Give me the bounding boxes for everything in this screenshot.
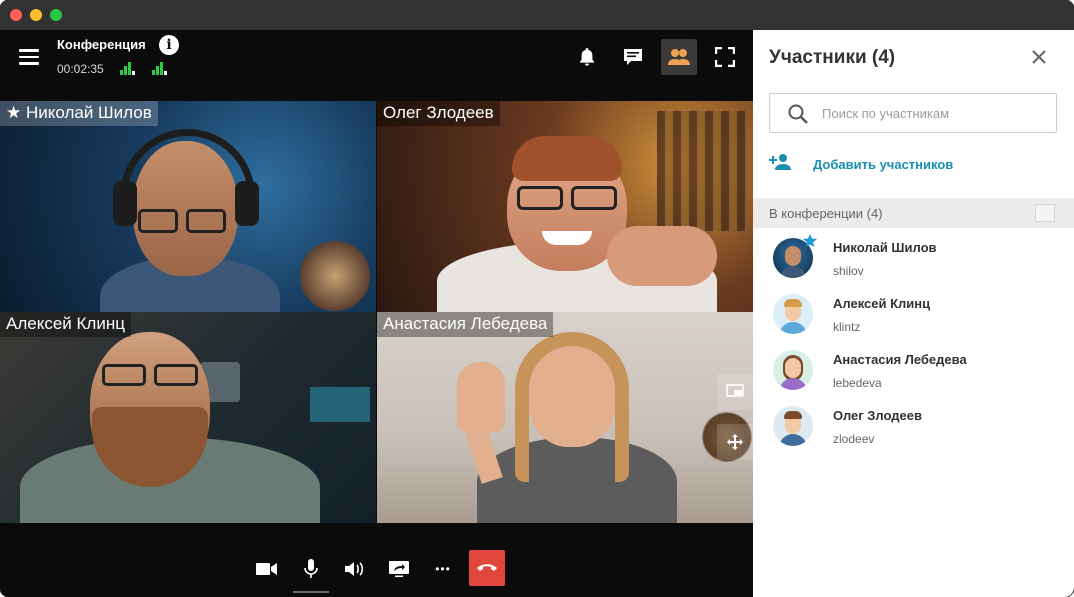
participant-name: Николай Шилов (833, 240, 937, 255)
participant-login: klintz (833, 320, 861, 334)
participants-button[interactable] (661, 39, 697, 75)
speaker-icon (345, 562, 364, 576)
move-icon (727, 434, 743, 450)
tile-move-button[interactable] (717, 424, 753, 460)
participants-panel: Участники (4) Добавить участников В конф… (753, 30, 1074, 597)
section-options-button[interactable] (1035, 204, 1055, 222)
tile-name-label: ★ Николай Шилов (0, 101, 158, 126)
avatar (773, 350, 813, 390)
bell-icon (580, 48, 594, 66)
camera-toggle-button[interactable] (249, 551, 285, 587)
participant-search (769, 93, 1057, 133)
video-tile[interactable]: Анастасия Лебедева (377, 312, 753, 523)
host-star-icon (803, 234, 817, 247)
search-input[interactable] (822, 94, 1052, 132)
notifications-button[interactable] (569, 39, 605, 75)
add-participants-label: Добавить участников (813, 157, 954, 172)
video-tile[interactable]: Алексей Клинц (0, 312, 376, 523)
section-label: В конференции (4) (769, 206, 883, 221)
chat-button[interactable] (615, 39, 651, 75)
info-icon[interactable]: i (159, 35, 179, 55)
add-participants-button[interactable]: Добавить участников (769, 153, 953, 175)
tile-name-label: Анастасия Лебедева (377, 312, 554, 337)
call-top-bar: Конференция i 00:02:35 (0, 30, 753, 86)
picture-in-picture-icon (726, 384, 744, 397)
add-user-icon (769, 154, 791, 170)
participant-list-item[interactable]: Олег Злодеев zlodeev (753, 400, 1074, 456)
maximize-window-button[interactable] (50, 9, 62, 21)
video-grid: ★ Николай Шилов Олег Злодеев Алексей Кли… (0, 101, 753, 523)
participant-name: Алексей Клинц (833, 296, 931, 311)
fullscreen-icon (715, 47, 735, 67)
fullscreen-button[interactable] (707, 39, 743, 75)
menu-icon[interactable] (19, 49, 39, 65)
microphone-toggle-button[interactable] (293, 551, 329, 587)
screen-share-icon (389, 561, 409, 578)
close-panel-button[interactable] (1029, 47, 1049, 67)
close-icon (1032, 50, 1046, 64)
participant-name: Анастасия Лебедева (833, 352, 967, 367)
participant-video (20, 322, 320, 523)
participant-list-item[interactable]: Алексей Клинц klintz (753, 288, 1074, 344)
minimize-window-button[interactable] (30, 9, 42, 21)
star-icon: ★ (6, 103, 22, 122)
search-icon (788, 104, 808, 124)
close-window-button[interactable] (10, 9, 22, 21)
panel-title: Участники (4) (769, 47, 896, 68)
participants-icon (668, 49, 690, 65)
participant-login: zlodeev (833, 432, 875, 446)
microphone-level-indicator (293, 591, 329, 593)
video-tile[interactable]: ★ Николай Шилов (0, 101, 376, 312)
participant-video (457, 332, 697, 523)
signal-strength-icon (120, 59, 136, 75)
participant-name: Олег Злодеев (833, 408, 922, 423)
more-button[interactable]: ••• (425, 551, 461, 587)
more-icon: ••• (435, 562, 451, 576)
tile-name-label: Алексей Клинц (0, 312, 131, 337)
participant-login: shilov (833, 264, 864, 278)
title-bar (0, 0, 1074, 30)
screen-share-button[interactable] (381, 551, 417, 587)
participant-video (100, 121, 280, 312)
signal-strength-icon (152, 59, 168, 75)
tile-name-label: Олег Злодеев (377, 101, 500, 126)
speaker-toggle-button[interactable] (337, 551, 373, 587)
hangup-button[interactable] (469, 550, 505, 586)
camera-icon (256, 563, 277, 575)
conference-title: Конференция (57, 37, 146, 52)
call-controls-bar: ••• (0, 541, 753, 597)
app-window: Конференция i 00:02:35 ★ Николай Шилов О… (0, 0, 1074, 597)
section-header-in-conference: В конференции (4) (753, 198, 1074, 228)
participant-login: lebedeva (833, 376, 882, 390)
tile-switch-view-button[interactable] (717, 374, 753, 410)
call-area: Конференция i 00:02:35 ★ Николай Шилов О… (0, 30, 753, 597)
participant-list-item[interactable]: Анастасия Лебедева lebedeva (753, 344, 1074, 400)
video-tile[interactable]: Олег Злодеев (377, 101, 753, 312)
call-timer: 00:02:35 (57, 62, 104, 76)
avatar (773, 294, 813, 334)
participant-list-item[interactable]: Николай Шилов shilov (753, 232, 1074, 288)
hangup-icon (477, 564, 497, 571)
avatar (773, 406, 813, 446)
participant-video (437, 126, 717, 312)
microphone-icon (304, 559, 318, 578)
chat-icon (624, 49, 642, 65)
